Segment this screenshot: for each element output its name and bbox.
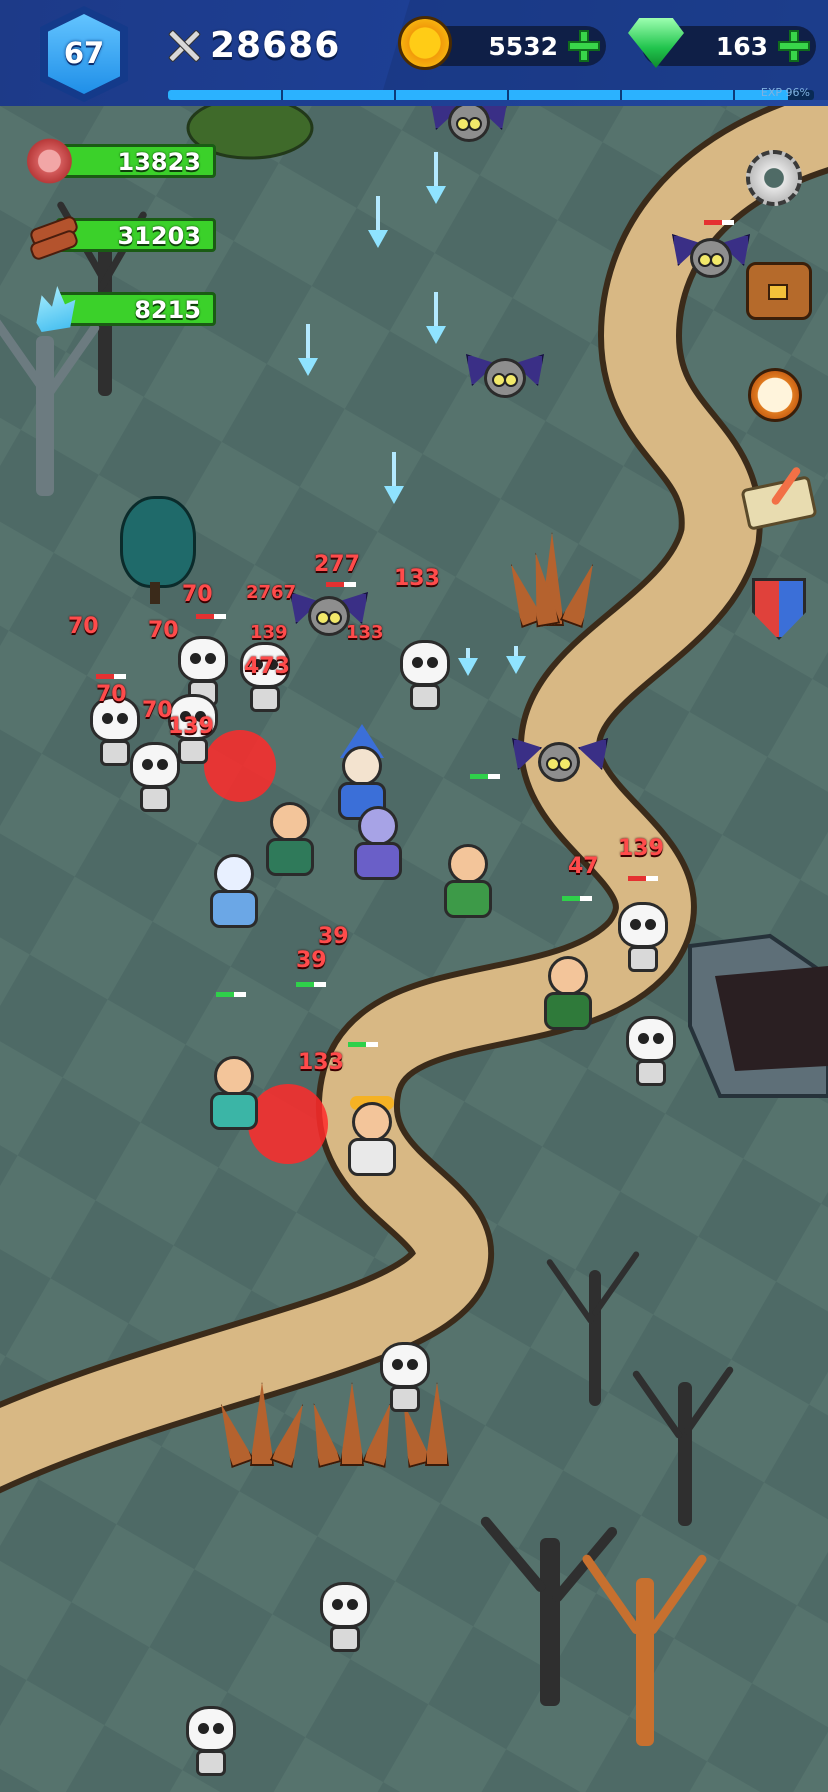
ice-arrow-projectile (434, 152, 438, 198)
experience-label: EXP 96% (760, 86, 810, 99)
crystal-bar: 8215 (56, 292, 216, 326)
enemy-health-bar (326, 582, 356, 587)
skeleton-enemy[interactable] (380, 1342, 430, 1414)
enemy-health-bar (628, 876, 658, 881)
orange-dead-tree (580, 1536, 708, 1746)
damage-number: 139 (168, 714, 214, 739)
ice-arrow-projectile (376, 196, 380, 242)
explore-button[interactable] (738, 356, 814, 432)
battle-button[interactable] (738, 572, 814, 648)
damage-number: 133 (298, 1050, 344, 1075)
ice-arrow-projectile (514, 646, 518, 668)
gems-value: 163 (715, 32, 768, 61)
quests-button[interactable] (738, 458, 814, 534)
healer-hero[interactable] (440, 844, 496, 920)
damage-number: 133 (394, 566, 440, 591)
top-bar: 67 28686 5532 163 EXP 96% (0, 0, 828, 109)
damage-number: 39 (296, 948, 327, 973)
damage-number: 139 (250, 622, 288, 643)
battlefield[interactable]: 70 70 70 70 70 277 133 133 139 139 139 4… (0, 106, 828, 1792)
wood-icon (26, 212, 78, 258)
skeleton-enemy[interactable] (186, 1706, 236, 1778)
skeleton-enemy[interactable] (618, 902, 668, 974)
damage-number: 70 (96, 682, 127, 707)
hero-health-bar (296, 982, 326, 987)
enemy-health-bar (704, 220, 734, 225)
knight-hero[interactable] (206, 854, 262, 930)
meat-icon (26, 138, 78, 184)
damage-number: 70 (182, 582, 213, 607)
combat-power-value: 28686 (210, 24, 341, 66)
brawler-hero[interactable] (206, 1056, 262, 1132)
skeleton-enemy[interactable] (400, 640, 450, 712)
damage-number: 70 (148, 618, 179, 643)
dead-tree (545, 1236, 640, 1406)
meat-value: 13823 (117, 148, 202, 176)
inventory-button[interactable] (738, 246, 814, 322)
wood-bar: 31203 (56, 218, 216, 252)
combat-power: 28686 (166, 20, 340, 70)
skeleton-enemy[interactable] (320, 1582, 370, 1654)
settings-button[interactable] (738, 142, 814, 218)
damage-number: 133 (346, 622, 384, 643)
ice-arrow-projectile (434, 292, 438, 338)
dead-tree (630, 1346, 735, 1526)
damage-number: 70 (68, 614, 99, 639)
damage-number: 2767 (246, 582, 297, 603)
ranger-hero[interactable] (350, 806, 406, 882)
experience-bar (168, 90, 814, 100)
enemy-health-bar (196, 614, 226, 619)
enemy-health-bar (96, 674, 126, 679)
bat-enemy[interactable] (512, 736, 608, 792)
warrior-hero[interactable] (262, 802, 318, 878)
skeleton-enemy[interactable] (626, 1016, 676, 1088)
bat-enemy[interactable] (430, 106, 508, 144)
damage-number: 277 (314, 552, 360, 577)
hero-health-bar (470, 774, 500, 779)
ice-arrow-projectile (466, 648, 470, 670)
crossed-swords-icon (166, 28, 202, 63)
damage-number: 139 (618, 836, 664, 861)
ice-arrow-projectile (306, 324, 310, 370)
archer-hero[interactable] (540, 956, 596, 1032)
experience-bar-fill (168, 90, 789, 100)
hero-health-bar (216, 992, 246, 997)
meat-bar: 13823 (56, 144, 216, 178)
dry-bush (500, 506, 620, 626)
player-level-badge[interactable]: 67 (40, 6, 128, 102)
damage-number: 473 (244, 654, 290, 679)
gold-coins-value: 5532 (488, 32, 558, 61)
open-coffin (688, 933, 828, 1098)
player-level: 67 (63, 36, 105, 70)
damage-number: 47 (568, 854, 599, 879)
add-gems-button[interactable] (778, 30, 810, 62)
hero-health-bar (562, 896, 592, 901)
skeleton-enemy[interactable] (130, 742, 180, 814)
wood-value: 31203 (117, 222, 202, 250)
ice-arrow-projectile (392, 452, 396, 498)
add-coins-button[interactable] (568, 30, 600, 62)
hero-health-bar (348, 1042, 378, 1047)
damage-number: 39 (318, 924, 349, 949)
miner-hero[interactable] (344, 1096, 400, 1178)
gold-coin-icon (398, 16, 452, 70)
bat-enemy[interactable] (466, 352, 544, 408)
crystal-value: 8215 (134, 296, 201, 324)
teal-tree (120, 496, 196, 606)
